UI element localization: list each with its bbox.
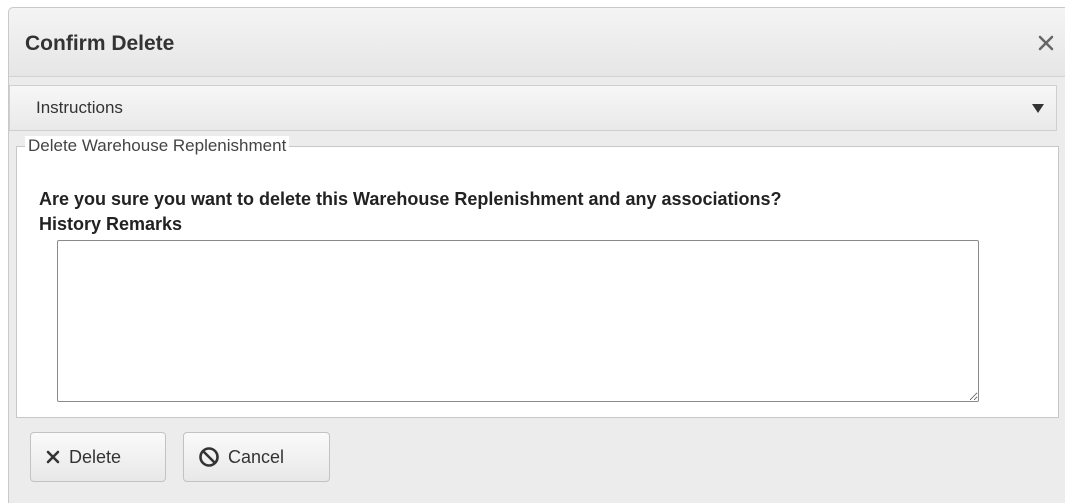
fieldset-legend: Delete Warehouse Replenishment bbox=[25, 136, 290, 156]
confirm-delete-dialog: Confirm Delete Instructions Delete Wareh… bbox=[8, 7, 1065, 503]
confirmation-question: Are you sure you want to delete this War… bbox=[39, 189, 782, 209]
cancel-button[interactable]: Cancel bbox=[183, 432, 330, 482]
history-remarks-label: History Remarks bbox=[39, 214, 183, 234]
delete-button-label: Delete bbox=[69, 446, 122, 467]
x-icon bbox=[46, 450, 60, 464]
dialog-title: Confirm Delete bbox=[25, 32, 175, 55]
cancel-button-label: Cancel bbox=[228, 446, 285, 467]
ban-icon bbox=[199, 447, 219, 467]
delete-warehouse-replenishment-fieldset: Delete Warehouse Replenishment Are you s… bbox=[16, 136, 1059, 418]
delete-button[interactable]: Delete bbox=[30, 432, 166, 482]
caret-down-icon bbox=[1032, 104, 1044, 113]
close-icon[interactable] bbox=[1033, 30, 1059, 56]
history-remarks-input[interactable] bbox=[57, 240, 979, 402]
instructions-header[interactable]: Instructions bbox=[9, 85, 1057, 131]
instructions-label: Instructions bbox=[36, 98, 123, 117]
dialog-titlebar: Confirm Delete bbox=[9, 8, 1065, 77]
